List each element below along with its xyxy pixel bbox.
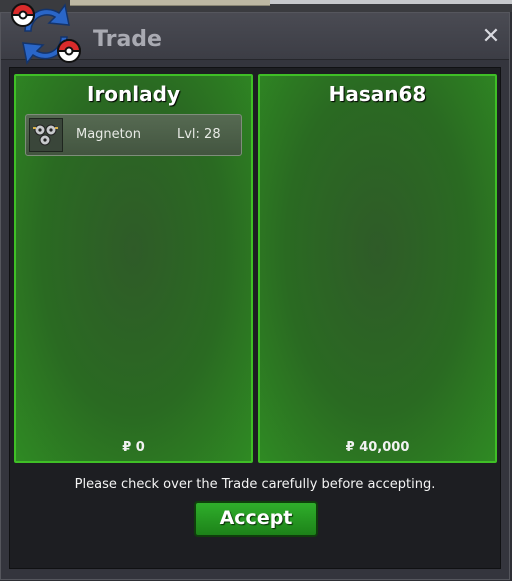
trade-panel-partner: Hasan68 ₽ 40,000 — [258, 74, 497, 463]
close-icon[interactable]: ✕ — [481, 26, 501, 48]
player-name-right: Hasan68 — [328, 82, 427, 106]
background-strip — [270, 0, 512, 4]
player-name-left: Ironlady — [87, 82, 180, 106]
trade-icon — [10, 3, 82, 65]
background-map-strip — [70, 0, 270, 6]
trade-content: Ironlady Magneton Lvl: 28 ₽ 0 Hasan68 ₽ … — [9, 67, 501, 569]
accept-button[interactable]: Accept — [194, 501, 318, 537]
money-right: ₽ 40,000 — [345, 440, 410, 455]
item-level: Lvl: 28 — [177, 127, 221, 142]
magneton-icon — [29, 118, 63, 152]
window-title: Trade — [93, 27, 162, 52]
item-name: Magneton — [76, 127, 141, 142]
trade-item-card[interactable]: Magneton Lvl: 28 — [25, 114, 242, 156]
trade-window: Trade ✕ Ironlady Magneton Lvl: 28 ₽ 0 Ha… — [0, 3, 510, 580]
trade-panel-self: Ironlady Magneton Lvl: 28 ₽ 0 — [14, 74, 253, 463]
money-left: ₽ 0 — [122, 440, 145, 455]
trade-warning-text: Please check over the Trade carefully be… — [74, 477, 436, 492]
